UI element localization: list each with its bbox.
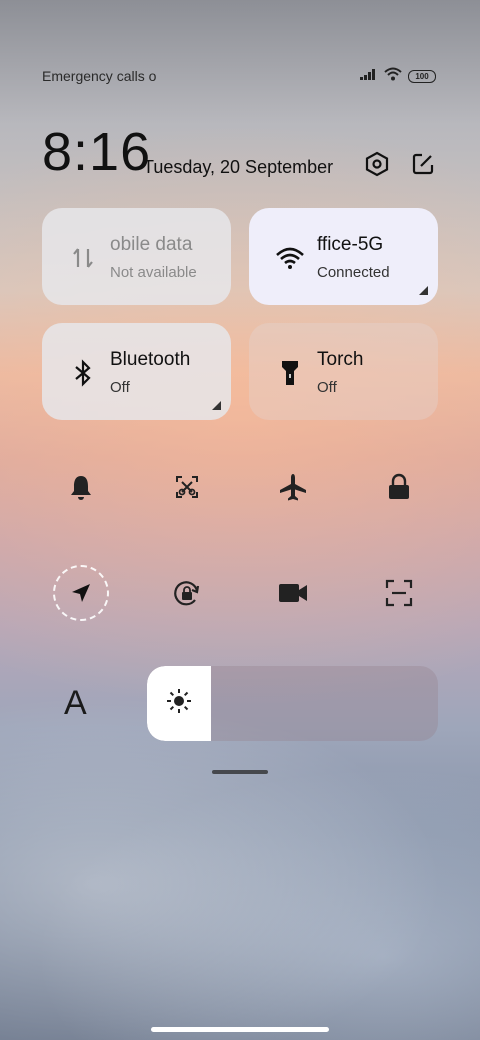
sun-icon bbox=[165, 687, 193, 720]
tile-subtitle: Connected bbox=[317, 264, 390, 281]
tile-title: obile data bbox=[110, 234, 193, 255]
status-bar: Emergency calls o 100 bbox=[42, 66, 436, 86]
wifi-icon bbox=[275, 243, 305, 273]
settings-hexagon-icon[interactable] bbox=[363, 150, 391, 178]
screenshot-crop-icon[interactable] bbox=[159, 459, 215, 515]
bell-icon[interactable] bbox=[53, 459, 109, 515]
tile-wifi[interactable]: ffice-5G Connected bbox=[249, 208, 438, 305]
brightness-fill bbox=[147, 666, 212, 741]
tile-title: Bluetooth bbox=[110, 349, 191, 370]
airplane-icon[interactable] bbox=[265, 459, 321, 515]
tile-mobile-data[interactable]: obile data Not available bbox=[42, 208, 231, 305]
mobile-data-icon bbox=[68, 243, 98, 273]
clock: 8:16 bbox=[42, 122, 152, 182]
drag-handle[interactable] bbox=[212, 770, 268, 774]
carrier-text: Emergency calls o bbox=[42, 68, 157, 84]
wifi-status-icon bbox=[384, 67, 402, 86]
bluetooth-icon bbox=[68, 358, 98, 388]
location-arrow-icon[interactable] bbox=[53, 565, 109, 621]
tile-subtitle: Off bbox=[110, 379, 130, 396]
scan-icon[interactable] bbox=[371, 565, 427, 621]
video-camera-icon[interactable] bbox=[265, 565, 321, 621]
tile-title: ffice-5G bbox=[317, 234, 384, 255]
home-indicator[interactable] bbox=[151, 1027, 329, 1032]
expand-corner-icon[interactable] bbox=[212, 401, 221, 410]
expand-corner-icon[interactable] bbox=[419, 286, 428, 295]
battery-icon: 100 bbox=[408, 69, 436, 83]
flashlight-icon bbox=[275, 358, 305, 388]
tile-subtitle: Not available bbox=[110, 264, 197, 281]
tile-bluetooth[interactable]: Bluetooth Off bbox=[42, 323, 231, 420]
rotation-lock-icon[interactable] bbox=[159, 565, 215, 621]
tile-subtitle: Off bbox=[317, 379, 337, 396]
brightness-slider[interactable] bbox=[147, 666, 438, 741]
edit-icon[interactable] bbox=[409, 150, 437, 178]
lock-icon[interactable] bbox=[371, 459, 427, 515]
cell-signal-icon bbox=[360, 67, 378, 85]
font-size-button[interactable]: A bbox=[64, 684, 87, 723]
tile-title: Torch bbox=[317, 349, 364, 370]
tile-torch[interactable]: Torch Off bbox=[249, 323, 438, 420]
date-label: Tuesday, 20 September bbox=[143, 157, 334, 177]
